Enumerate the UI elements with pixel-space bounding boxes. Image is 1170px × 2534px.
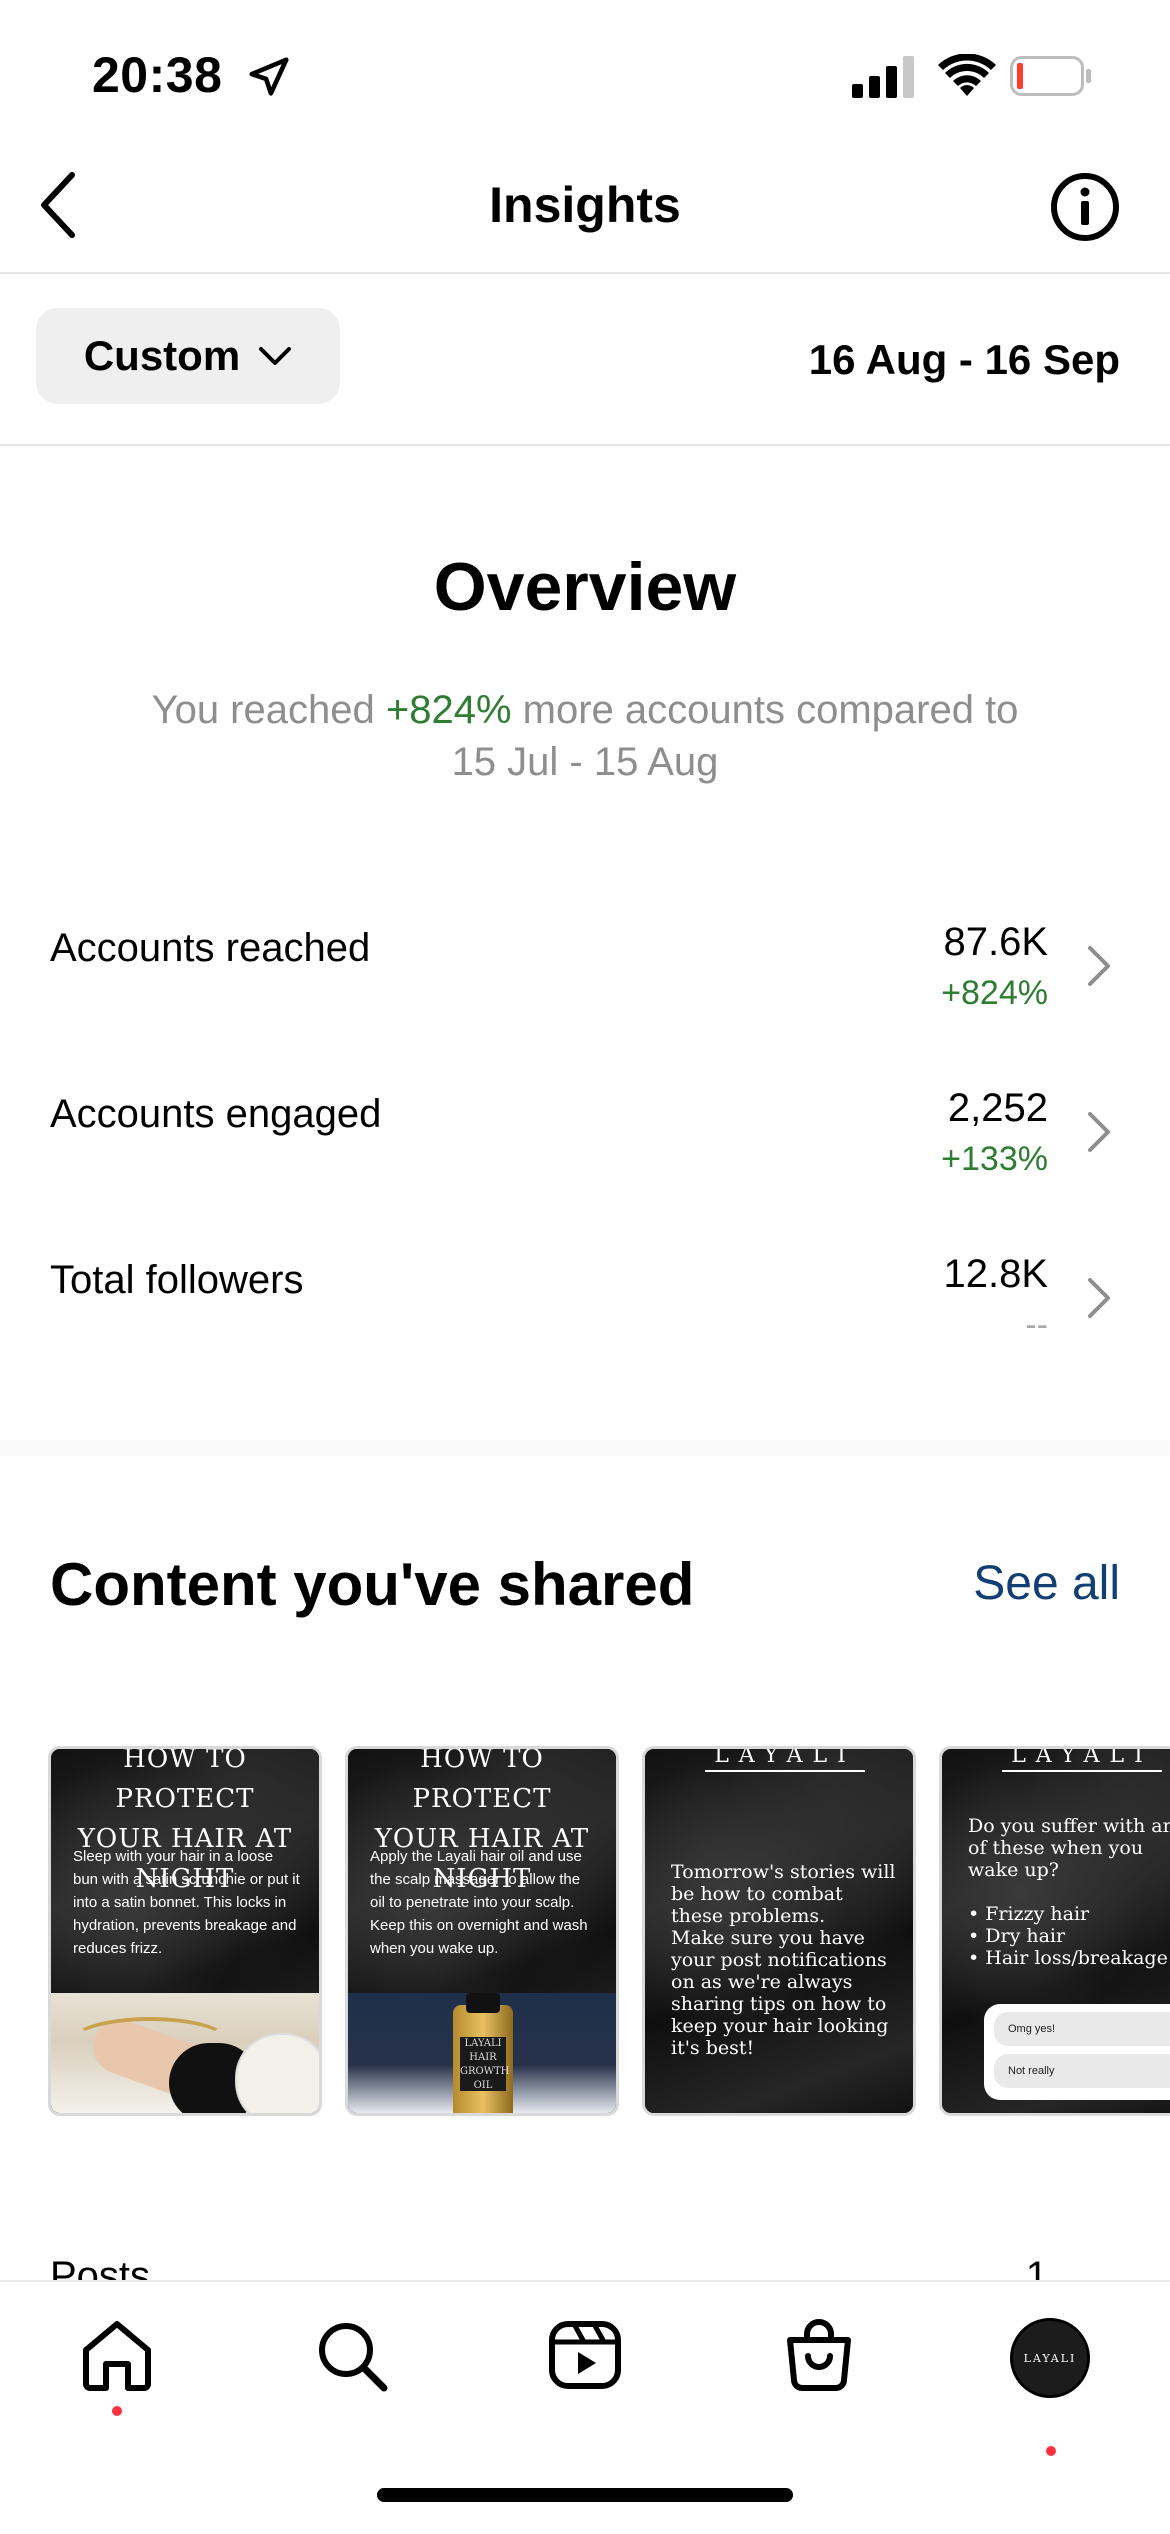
date-filter-label: Custom <box>83 332 241 379</box>
shop-icon[interactable] <box>780 2316 858 2394</box>
section-divider <box>0 1440 1170 1456</box>
info-icon[interactable] <box>1050 172 1120 242</box>
overview-title: Overview <box>433 549 737 625</box>
date-range-label: 16 Aug - 16 Sep <box>808 336 1120 383</box>
content-thumbnail[interactable]: LAYALI Do you suffer with any of these w… <box>939 1746 1170 2116</box>
thumbnail-photo: LAYALI HAIR GROWTH OIL <box>348 1993 616 2113</box>
bottle-label: LAYALI HAIR GROWTH OIL <box>460 2037 510 2091</box>
metric-delta: -- <box>1025 1306 1048 1344</box>
thumbnail-text: Apply the Layali hair oil and use the sc… <box>370 1848 588 1957</box>
poll-sticker: Omg yes! Not really <box>984 2004 1170 2100</box>
thumbnail-text: Do you suffer with any of these when you… <box>968 1815 1170 1969</box>
filter-divider <box>0 444 1170 446</box>
thumbnail-photo <box>51 1993 319 2113</box>
overview-change: +824% <box>385 688 512 732</box>
wifi-icon <box>938 54 996 96</box>
overview-summary: You reached +824% more accounts compared… <box>151 688 1019 784</box>
status-time: 20:38 <box>92 47 223 103</box>
metric-value: 2,252 <box>947 1086 1048 1130</box>
brand-logo: LAYALI <box>705 1749 865 1772</box>
reels-icon[interactable] <box>546 2316 624 2394</box>
home-indicator[interactable] <box>377 2488 793 2502</box>
cellular-signal-icon <box>852 56 914 98</box>
avatar-brand-text: LAYALI <box>1023 2351 1077 2365</box>
location-arrow-icon <box>249 57 289 96</box>
metric-value: 12.8K <box>943 1252 1048 1296</box>
metric-label: Total followers <box>50 1258 304 1302</box>
chevron-right-icon <box>1088 946 1110 986</box>
metric-label: Accounts engaged <box>50 1092 382 1136</box>
poll-option: Not really <box>994 2054 1170 2088</box>
page-title: Insights <box>489 177 681 233</box>
poll-option: Omg yes! <box>994 2012 1170 2046</box>
metric-label: Accounts reached <box>50 926 371 970</box>
metric-value: 87.6K <box>943 920 1048 964</box>
metric-delta: +133% <box>941 1140 1048 1178</box>
chevron-right-icon <box>1088 1112 1110 1152</box>
chevron-right-icon <box>1088 1278 1110 1318</box>
chevron-down-icon <box>259 347 292 365</box>
header-divider <box>0 272 1170 274</box>
profile-notification-dot <box>1046 2446 1056 2456</box>
date-filter-dropdown[interactable]: Custom <box>36 308 340 404</box>
content-thumbnail[interactable]: LAYALI Tomorrow's stories will be how to… <box>642 1746 916 2116</box>
metric-delta: +824% <box>941 974 1048 1012</box>
thumbnail-text: Sleep with your hair in a loose bun with… <box>73 1848 300 1957</box>
see-all-link[interactable]: See all <box>973 1556 1120 1611</box>
content-thumbnail[interactable]: HOW TO PROTECT YOUR HAIR AT NIGHT Apply … <box>345 1746 619 2116</box>
content-thumbnail[interactable]: HOW TO PROTECT YOUR HAIR AT NIGHT Sleep … <box>48 1746 322 2116</box>
thumbnail-text: Tomorrow's stories will be how to combat… <box>671 1861 896 2059</box>
home-notification-dot <box>112 2406 122 2416</box>
profile-avatar[interactable]: LAYALI <box>1010 2318 1090 2398</box>
search-icon[interactable] <box>312 2316 390 2394</box>
battery-icon <box>1010 56 1091 96</box>
content-section-title: Content you've shared <box>50 1551 695 1618</box>
home-icon[interactable] <box>78 2316 156 2394</box>
brand-logo: LAYALI <box>1002 1749 1162 1772</box>
